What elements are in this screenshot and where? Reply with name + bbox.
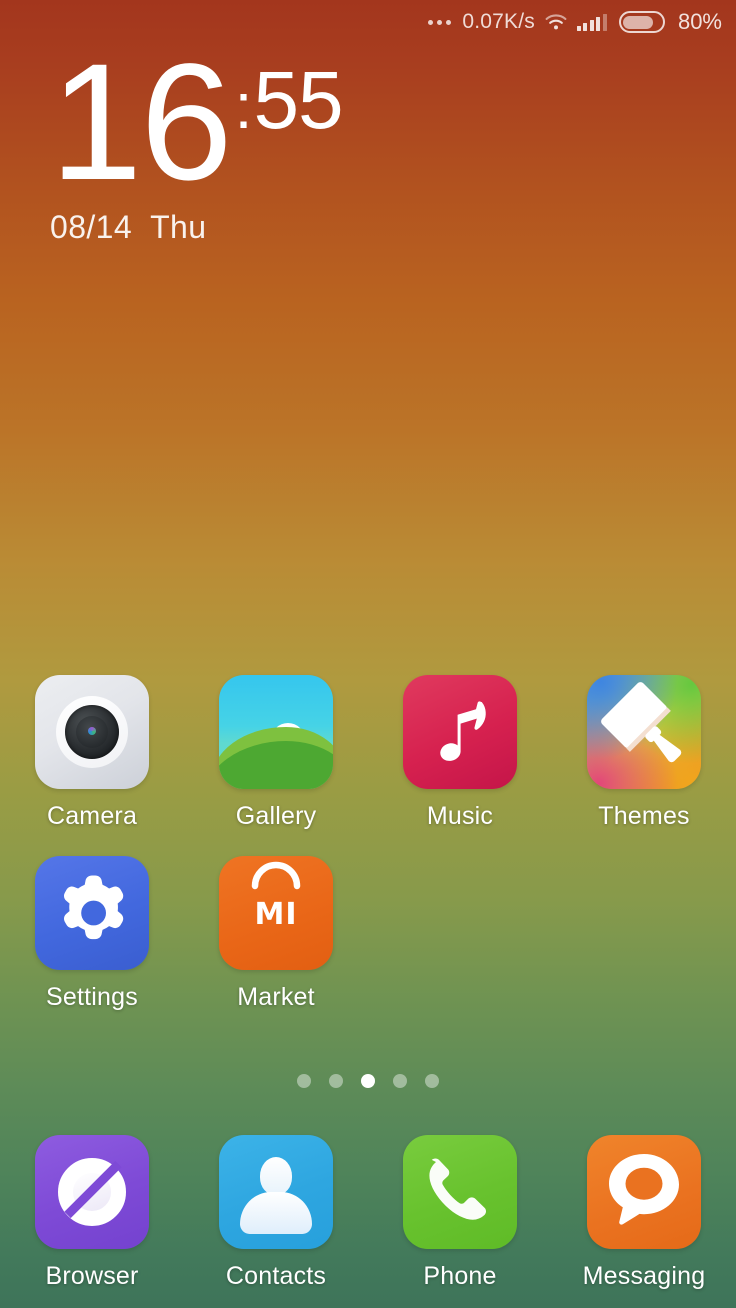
clock-date: 08/14 Thu <box>50 209 343 246</box>
market-icon[interactable]: MI <box>219 856 333 970</box>
music-icon[interactable] <box>403 675 517 789</box>
app-empty-slot <box>552 841 736 1022</box>
app-label: Music <box>426 802 494 830</box>
app-label: Browser <box>45 1262 139 1290</box>
clock-widget[interactable]: 16 : 55 08/14 Thu <box>50 30 344 246</box>
app-label: Settings <box>46 983 138 1011</box>
page-dot-4[interactable] <box>393 1074 407 1088</box>
battery-percent-text: 80% <box>677 9 722 34</box>
clock-hours: 16 <box>50 30 233 215</box>
dock-item-contacts[interactable]: Contacts <box>184 1120 368 1301</box>
dock-row: Browser Contacts Phone Messaging <box>0 1120 736 1301</box>
phone-icon[interactable] <box>403 1135 517 1249</box>
home-screen: 0.07K/s 80% 16 : 55 08/14 Thu Camera Gal… <box>0 0 736 1308</box>
dock-item-messaging[interactable]: Messaging <box>552 1120 736 1301</box>
cellular-signal-icon <box>576 13 607 31</box>
market-logo-text: MI <box>254 897 298 932</box>
page-dot-1[interactable] <box>297 1074 311 1088</box>
app-label: Gallery <box>235 802 317 830</box>
clock-date-value: 08/14 <box>50 208 133 245</box>
app-camera[interactable]: Camera <box>0 660 184 841</box>
app-settings[interactable]: Settings <box>0 841 184 1022</box>
page-dot-3[interactable] <box>361 1074 375 1088</box>
app-gallery[interactable]: Gallery <box>184 660 368 841</box>
app-label: Contacts <box>225 1262 327 1290</box>
clock-day-of-week: Thu <box>150 208 207 245</box>
app-themes[interactable]: Themes <box>552 660 736 841</box>
app-grid: Camera Gallery Music Themes Settings MI … <box>0 660 736 1022</box>
contacts-icon[interactable] <box>219 1135 333 1249</box>
app-label: Camera <box>46 802 138 830</box>
app-empty-slot <box>368 841 552 1022</box>
camera-icon[interactable] <box>35 675 149 789</box>
messaging-icon[interactable] <box>587 1135 701 1249</box>
app-row: Camera Gallery Music Themes <box>0 660 736 841</box>
network-speed-text: 0.07K/s <box>462 10 535 33</box>
clock-minutes: 55 <box>253 55 343 146</box>
app-label: Phone <box>423 1262 497 1290</box>
page-indicator[interactable] <box>0 1074 736 1088</box>
app-row: Settings MI Market <box>0 841 736 1022</box>
app-music[interactable]: Music <box>368 660 552 841</box>
battery-icon <box>618 11 665 33</box>
clock-separator: : <box>234 70 253 142</box>
page-dot-2[interactable] <box>329 1074 343 1088</box>
app-label: Themes <box>598 802 690 830</box>
gallery-icon[interactable] <box>219 675 333 789</box>
app-label: Market <box>237 983 315 1011</box>
app-market[interactable]: MI Market <box>184 841 368 1022</box>
dock: Browser Contacts Phone Messaging <box>0 1120 736 1301</box>
themes-icon[interactable] <box>587 675 701 789</box>
app-label: Messaging <box>582 1262 706 1290</box>
settings-icon[interactable] <box>35 856 149 970</box>
more-dots-icon <box>428 19 452 25</box>
clock-time: 16 : 55 <box>50 30 344 215</box>
wifi-icon <box>544 13 568 31</box>
dock-item-browser[interactable]: Browser <box>0 1120 184 1301</box>
dock-item-phone[interactable]: Phone <box>368 1120 552 1301</box>
browser-icon[interactable] <box>35 1135 149 1249</box>
page-dot-5[interactable] <box>425 1074 439 1088</box>
